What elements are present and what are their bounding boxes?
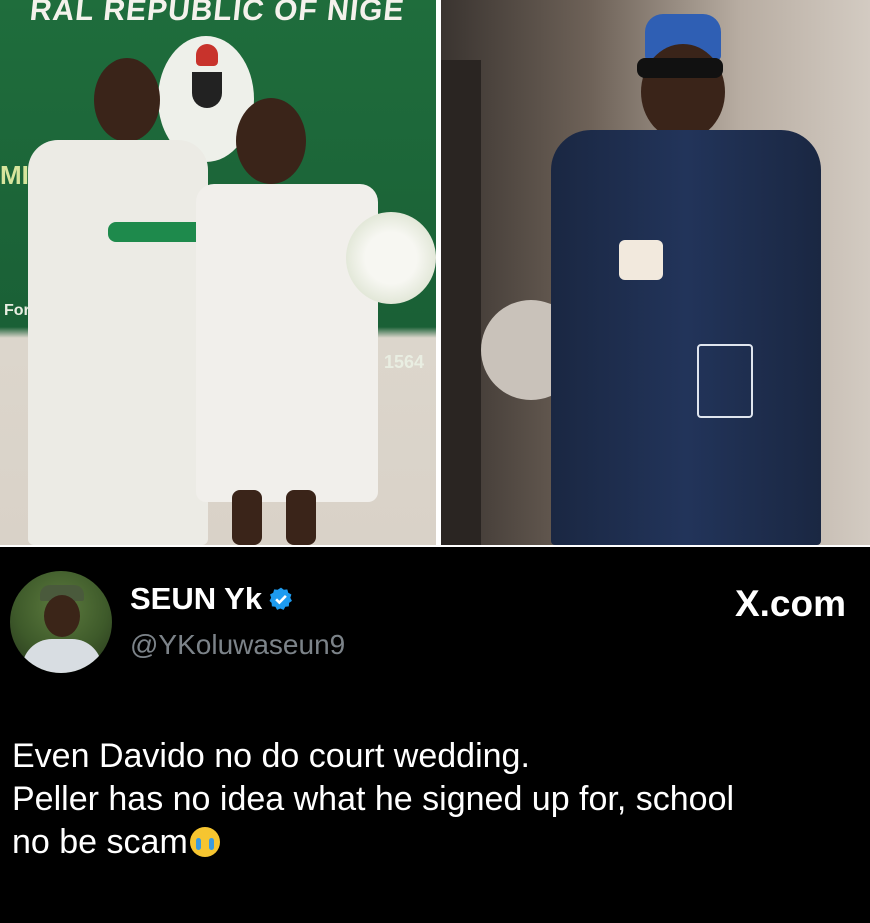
bride-leg [286, 490, 316, 545]
doorway [441, 60, 481, 545]
tweet-text: Even Davido no do court wedding. Peller … [12, 735, 852, 864]
blue-pinstripe-suit [551, 130, 821, 545]
display-name[interactable]: SEUN Yk [130, 581, 294, 617]
tweet-card: SEUN Yk @YKoluwaseun9 X.com Even Davido … [0, 547, 870, 923]
suit-pocket-patch [697, 344, 753, 418]
couple-photo: RAL REPUBLIC OF NIGE MI RIO For e 1564 [0, 0, 436, 545]
banner-text-number: 1564 [384, 352, 425, 372]
x-logo-source[interactable]: X.com [735, 583, 846, 625]
phone [619, 240, 663, 280]
bouquet [346, 212, 436, 304]
loudly-crying-face-icon [189, 827, 220, 857]
banner-text-top: RAL REPUBLIC OF NIGE [28, 0, 407, 27]
tweet-line: Even Davido no do court wedding. [12, 737, 530, 775]
groom-head [94, 58, 160, 142]
tweet-line: Peller has no idea what he signed up for… [12, 780, 735, 818]
display-name-text[interactable]: SEUN Yk [130, 581, 262, 616]
bride-leg [232, 490, 262, 545]
bride-white-dress [196, 184, 378, 502]
bride-head [236, 98, 306, 184]
user-handle[interactable]: @YKoluwaseun9 [130, 629, 345, 661]
man-in-suit-photo [441, 0, 870, 545]
groom-white-suit [28, 140, 208, 545]
tweet-line: no be scam [12, 823, 188, 861]
sunglasses [637, 58, 723, 78]
avatar[interactable] [10, 571, 112, 673]
verified-badge-icon [268, 584, 294, 610]
